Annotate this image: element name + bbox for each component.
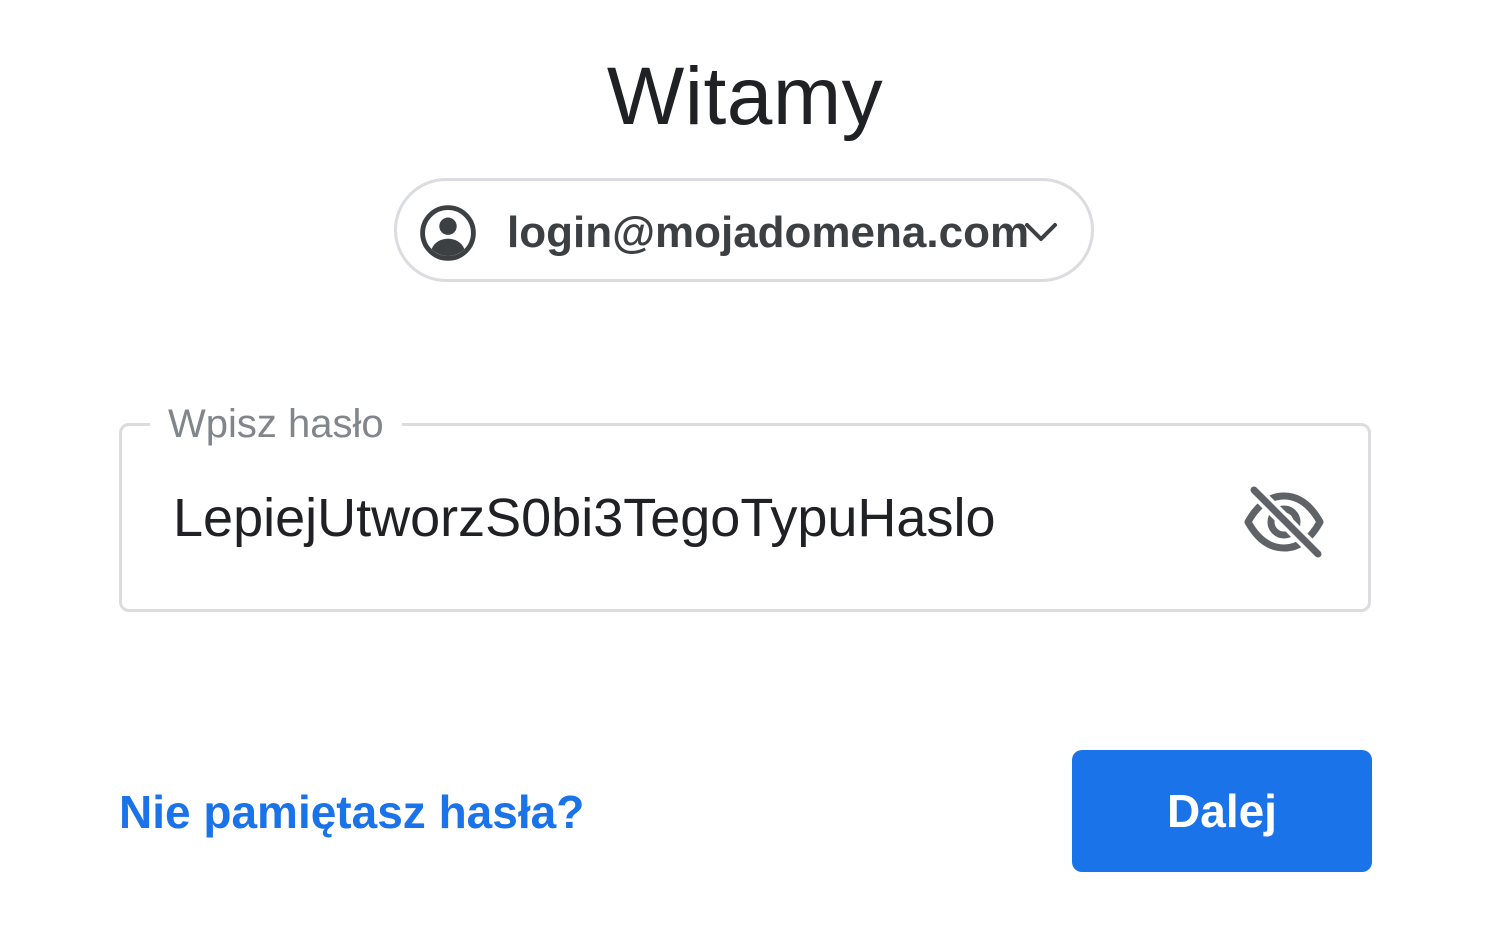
password-field-label: Wpisz hasło (150, 400, 402, 448)
account-email: login@mojadomena.com (507, 208, 1030, 257)
chevron-down-icon (1025, 223, 1057, 241)
visibility-off-icon[interactable] (1242, 484, 1326, 560)
account-chip[interactable]: login@mojadomena.com (394, 178, 1094, 282)
page-title: Witamy (606, 51, 884, 142)
forgot-password-link[interactable]: Nie pamiętasz hasła? (119, 784, 584, 840)
account-circle-icon (420, 205, 476, 261)
next-button[interactable]: Dalej (1072, 750, 1372, 872)
password-input[interactable] (173, 486, 1213, 550)
